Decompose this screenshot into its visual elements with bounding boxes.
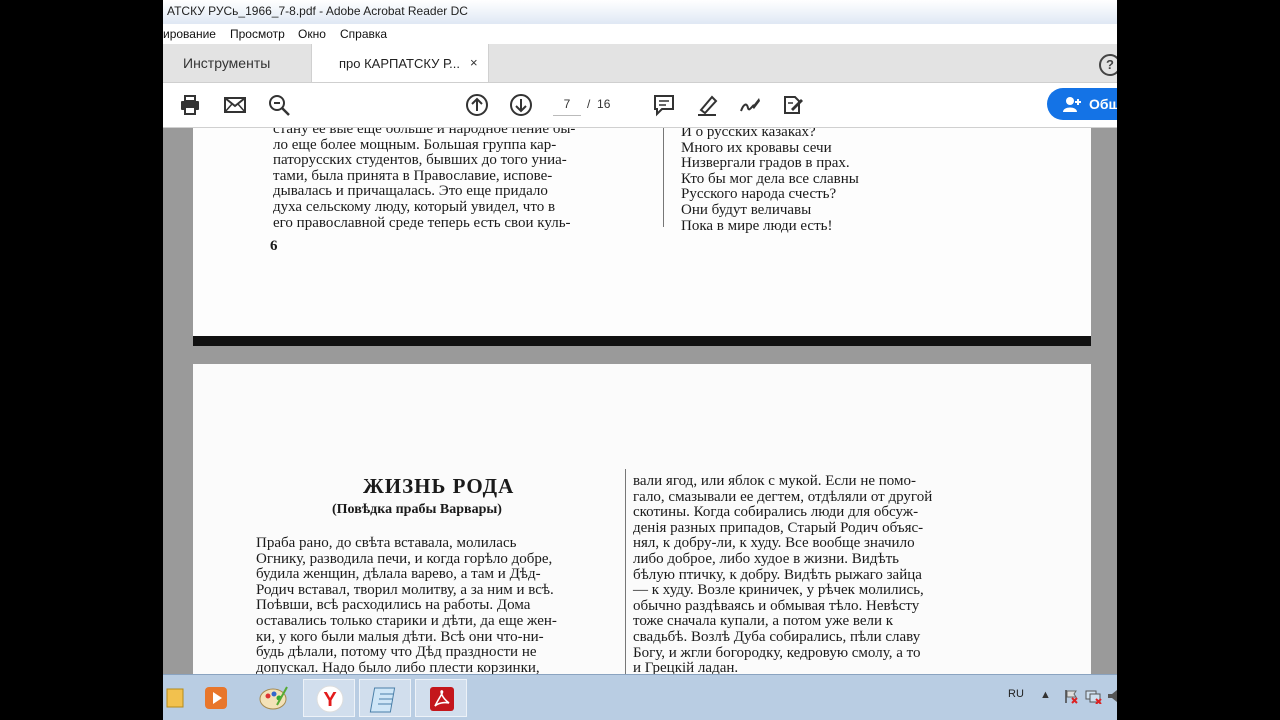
- letterbox-left: [0, 0, 163, 720]
- flag-icon[interactable]: [1063, 688, 1079, 709]
- text-line: — к худу. Возле криничек, у рѣчек молили…: [633, 582, 924, 599]
- poem-line: Кто бы мог дела все славны: [681, 170, 859, 187]
- poem-line: Они будут величавы: [681, 201, 812, 218]
- menu-window[interactable]: Окно: [298, 27, 326, 41]
- text-line: Поѣвши, всѣ расходились на работы. Дома: [256, 597, 531, 614]
- text-line: его православной среде теперь есть свои …: [273, 214, 571, 231]
- menu-edit[interactable]: ирование: [163, 27, 216, 41]
- highlight-pen-icon[interactable]: [695, 93, 719, 117]
- menu-help[interactable]: Справка: [340, 27, 387, 41]
- yandex-browser-icon[interactable]: Y: [303, 679, 355, 717]
- text-line: гало, смазывали ее дегтем, отдѣляли от д…: [633, 488, 933, 505]
- text-line: нял, к добру-ли, к худу. Все вообще знач…: [633, 535, 915, 552]
- page-separator: /: [587, 97, 591, 111]
- title-bar: АТСКУ РУСь_1966_7-8.pdf - Adobe Acrobat …: [163, 0, 1117, 25]
- text-line: вали ягод, или яблок с мукой. Если не по…: [633, 473, 916, 489]
- tab-document[interactable]: про КАРПАТСКУ Р... ×: [311, 44, 489, 82]
- text-line: Праба рано, до свѣта вставала, молилась: [256, 535, 517, 551]
- sign-icon[interactable]: [738, 93, 762, 117]
- comment-icon[interactable]: [652, 93, 676, 117]
- taskbar: Y RU ▲: [163, 674, 1117, 720]
- text-line: скотины. Когда собирались люди для обсуж…: [633, 504, 919, 521]
- pdf-page-7: ЖИЗНЬ РОДА (Повѣдка прабы Варвары) Праба…: [193, 364, 1091, 674]
- text-line: будила женщин, дѣлала варево, а там и Дѣ…: [256, 566, 541, 583]
- column-divider: [625, 469, 626, 674]
- text-line: тоже сначала купали, а потом уже вели к: [633, 613, 894, 630]
- letterbox-right: [1117, 0, 1280, 720]
- text-line: и Грецкій ладан.: [633, 660, 739, 674]
- text-line: ло еще более мощным. Большая группа кар-: [273, 136, 557, 153]
- poem-line: Пока в мире люди есть!: [681, 217, 833, 234]
- toolbar: / 16 Обш: [163, 83, 1117, 128]
- text-line: паторусских студентов, бывших до того ун…: [273, 152, 567, 169]
- fill-sign-icon[interactable]: [781, 93, 805, 117]
- acrobat-icon[interactable]: [415, 679, 467, 717]
- text-line: бѣлую птичку, к добру. Видѣть рыжаго зай…: [633, 566, 922, 583]
- page-up-icon[interactable]: [465, 93, 489, 117]
- share-button[interactable]: Обш: [1047, 88, 1117, 120]
- poem-line: Много их кровавы сечи: [681, 139, 832, 156]
- tab-document-label: про КАРПАТСКУ Р...: [339, 56, 460, 71]
- text-line: ки, у кого были малыя дѣти. Всѣ они что-…: [256, 628, 544, 645]
- acrobat-window: АТСКУ РУСь_1966_7-8.pdf - Adobe Acrobat …: [163, 0, 1117, 720]
- svg-text:Y: Y: [323, 689, 337, 711]
- text-line: Родич вставал, творил молитву, а за ним …: [256, 581, 554, 598]
- text-line: допускал. Надо было либо плести корзинки…: [256, 659, 540, 674]
- text-line: Богу, и жгли богородку, кедровую смолу, …: [633, 644, 921, 661]
- text-line: денія разных припадов, Старый Родич объя…: [633, 519, 924, 536]
- menu-view[interactable]: Просмотр: [230, 27, 285, 41]
- page-down-icon[interactable]: [509, 93, 533, 117]
- text-line: оставались только старики и дѣти, да еще…: [256, 612, 557, 629]
- close-tab-icon[interactable]: ×: [470, 55, 478, 70]
- network-icon[interactable]: [1085, 688, 1103, 709]
- poem-line: Русского народа счесть?: [681, 186, 837, 203]
- add-user-icon: [1063, 97, 1081, 112]
- tab-tools[interactable]: Инструменты: [163, 44, 309, 82]
- poem-line: Низвергали градов в прах.: [681, 155, 850, 172]
- menu-bar: ирование Просмотр Окно Справка: [163, 24, 1117, 44]
- text-line: духа сельскому люду, который увидел, что…: [273, 198, 556, 215]
- text-line: дывалась и причащалась. Это еще придало: [273, 183, 548, 200]
- explorer-icon[interactable]: [163, 679, 189, 717]
- help-icon[interactable]: ?: [1099, 54, 1117, 76]
- text-line: либо доброе, либо худое в жизни. Видѣть: [633, 550, 900, 567]
- zoom-search-icon[interactable]: [267, 93, 291, 117]
- page-number-label: 6: [270, 238, 278, 254]
- page7-left-column: Праба рано, до свѣта вставала, молилась …: [256, 535, 557, 674]
- article-title: ЖИЗНЬ РОДА: [363, 474, 515, 498]
- tray-expand-icon[interactable]: ▲: [1040, 689, 1051, 701]
- volume-icon[interactable]: [1107, 688, 1117, 709]
- mail-icon[interactable]: [223, 93, 247, 117]
- page6-left-column: стану ее вые еще больше и народное пение…: [273, 128, 575, 231]
- media-player-icon[interactable]: [191, 679, 243, 717]
- text-line: Огнику, разводила печи, и когда горѣло д…: [256, 550, 553, 567]
- paint-icon[interactable]: [247, 679, 299, 717]
- page-number-input[interactable]: [553, 93, 581, 116]
- window-title: АТСКУ РУСь_1966_7-8.pdf - Adobe Acrobat …: [167, 4, 468, 18]
- tab-bar: Инструменты про КАРПАТСКУ Р... × ?: [163, 44, 1117, 83]
- text-line: свадьбѣ. Возлѣ Дуба собирались, пѣли сла…: [633, 628, 921, 645]
- notepad-icon[interactable]: [359, 679, 411, 717]
- column-divider: [663, 128, 664, 227]
- printer-icon[interactable]: [178, 93, 202, 117]
- pdf-page-6: стану ее вые еще больше и народное пение…: [193, 128, 1091, 346]
- text-line: обычно раздѣваясь и обмывая тѣло. Невѣст…: [633, 597, 920, 614]
- text-line: тами, была принята в Православие, испове…: [273, 167, 553, 184]
- total-pages: 16: [597, 97, 611, 111]
- keyboard-language[interactable]: RU: [1008, 688, 1024, 700]
- page-count: / 16: [587, 97, 610, 111]
- poem-line: И о русских казаках?: [681, 128, 816, 140]
- document-viewer[interactable]: стану ее вые еще больше и народное пение…: [163, 128, 1117, 674]
- text-line: будь дѣлали, потому что Дѣд праздности н…: [256, 644, 537, 661]
- article-subtitle: (Повѣдка прабы Варвары): [332, 502, 502, 517]
- page7-right-column: вали ягод, или яблок с мукой. Если не по…: [633, 473, 933, 674]
- page6-right-column: И о русских казаках? Много их кровавы се…: [681, 128, 859, 234]
- share-button-label: Обш: [1089, 96, 1117, 112]
